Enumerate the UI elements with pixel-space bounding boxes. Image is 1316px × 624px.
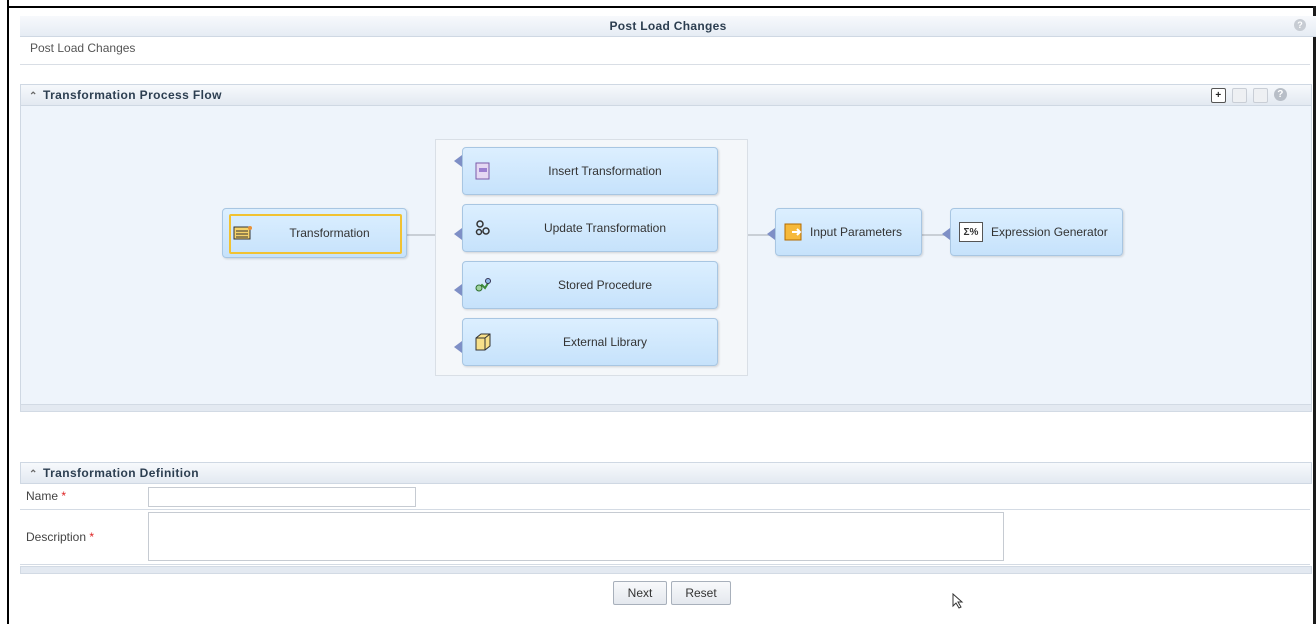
flow-section-header[interactable]: ⌃ Transformation Process Flow + ? <box>20 84 1312 106</box>
description-row: Description * <box>20 510 1310 565</box>
reset-button[interactable]: Reset <box>671 581 731 605</box>
flow-toolbar: + ? <box>1211 88 1287 103</box>
window-frame-left <box>7 0 9 624</box>
flow-canvas-footer <box>20 404 1312 412</box>
insert-transformation-label: Insert Transformation <box>548 164 662 178</box>
name-field[interactable] <box>148 487 416 507</box>
arrow-tip <box>942 228 950 240</box>
input-parameters-icon <box>784 222 804 242</box>
page-title: Post Load Changes <box>20 16 1316 37</box>
collapse-icon[interactable]: ⌃ <box>29 87 43 107</box>
name-row: Name * <box>20 484 1310 510</box>
stored-procedure-icon <box>473 275 493 295</box>
stored-procedure-label: Stored Procedure <box>557 278 653 292</box>
arrow-tip <box>454 228 462 240</box>
definition-footer <box>20 566 1312 574</box>
insert-icon <box>473 161 493 181</box>
arrow-tip <box>454 341 462 353</box>
help-icon[interactable]: ? <box>1294 19 1306 31</box>
page-subtitle: Post Load Changes <box>30 41 136 55</box>
selection-highlight <box>229 214 402 254</box>
transformation-node[interactable]: Transformation <box>222 208 407 258</box>
edit-icon[interactable] <box>1232 88 1247 103</box>
external-library-icon <box>473 332 493 352</box>
input-parameters-label: Input Parameters <box>810 225 903 239</box>
definition-section-header[interactable]: ⌃ Transformation Definition <box>20 462 1312 484</box>
list-icon[interactable] <box>1253 88 1268 103</box>
definition-section-title: Transformation Definition <box>43 466 200 480</box>
description-field[interactable] <box>148 512 1004 561</box>
update-transformation-label: Update Transformation <box>543 221 667 235</box>
help-icon[interactable]: ? <box>1274 88 1287 101</box>
description-label: Description * <box>26 530 95 544</box>
collapse-icon[interactable]: ⌃ <box>29 465 43 485</box>
mouse-cursor-icon <box>952 593 964 609</box>
arrow-tip <box>454 155 462 167</box>
stored-procedure-node[interactable]: Stored Procedure <box>462 261 718 309</box>
arrow-tip <box>454 284 462 296</box>
external-library-node[interactable]: External Library <box>462 318 718 366</box>
arrow-tip <box>767 228 775 240</box>
next-button[interactable]: Next <box>613 581 667 605</box>
name-label: Name * <box>26 489 67 503</box>
external-library-label: External Library <box>562 335 648 349</box>
update-transformation-node[interactable]: Update Transformation <box>462 204 718 252</box>
expression-icon: Σ% <box>959 222 983 242</box>
flow-section-title: Transformation Process Flow <box>43 88 222 102</box>
update-icon <box>473 218 493 238</box>
divider <box>20 64 1310 65</box>
window-frame-top <box>7 6 1316 8</box>
insert-transformation-node[interactable]: Insert Transformation <box>462 147 718 195</box>
input-parameters-node[interactable]: Input Parameters <box>775 208 922 256</box>
expression-generator-node[interactable]: Σ% Expression Generator <box>950 208 1123 256</box>
expression-generator-label: Expression Generator <box>991 225 1108 239</box>
add-icon[interactable]: + <box>1211 88 1226 103</box>
